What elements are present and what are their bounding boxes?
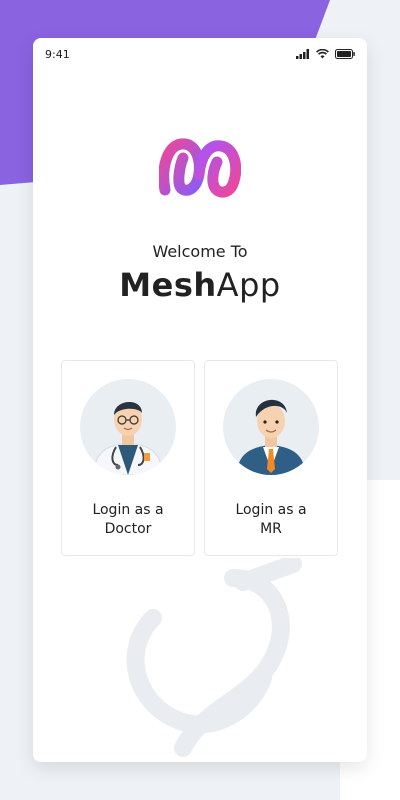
login-doctor-card[interactable]: Login as a Doctor — [61, 360, 195, 556]
login-doctor-line2: Doctor — [104, 521, 152, 537]
battery-icon — [335, 49, 355, 59]
status-time: 9:41 — [45, 48, 70, 61]
status-bar: 9:41 — [33, 38, 367, 72]
status-icons — [296, 49, 355, 59]
login-mr-card[interactable]: Login as a MR — [204, 360, 338, 556]
login-mr-line1: Login as a — [235, 502, 307, 518]
login-doctor-line1: Login as a — [92, 502, 164, 518]
brand-bold: Mesh — [119, 266, 217, 304]
signal-icon — [296, 49, 309, 59]
doctor-avatar — [80, 379, 176, 475]
brand-regular: App — [216, 266, 281, 304]
stethoscope-watermark — [126, 558, 302, 757]
phone-screen: 9:41 Welcome To MeshApp Login as a Docto… — [33, 38, 367, 762]
login-mr-label: Login as a MR — [205, 501, 337, 539]
login-doctor-label: Login as a Doctor — [62, 501, 194, 539]
meshapp-logo — [159, 138, 241, 198]
brand-title: MeshApp — [33, 266, 367, 304]
welcome-text: Welcome To — [152, 242, 248, 261]
mr-avatar — [223, 379, 319, 475]
wifi-icon — [316, 49, 329, 59]
login-mr-line2: MR — [260, 521, 282, 537]
